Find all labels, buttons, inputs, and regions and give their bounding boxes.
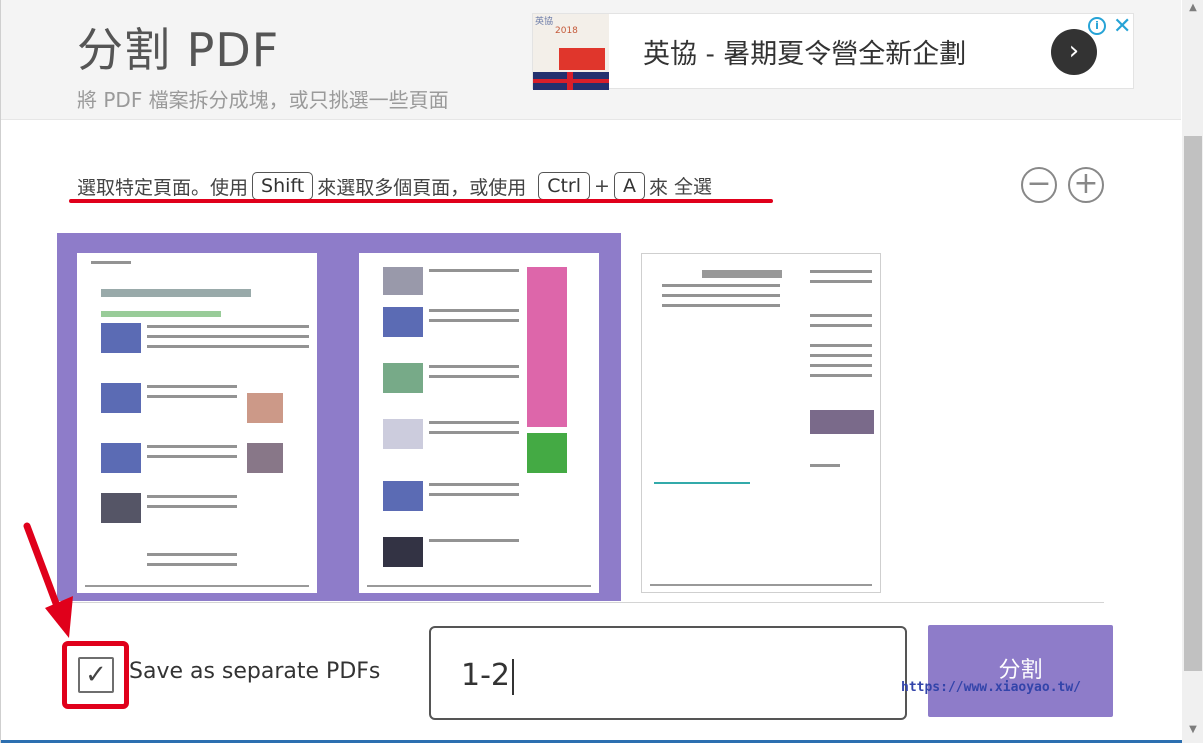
shift-key: Shift <box>252 172 314 200</box>
ad-thumb-brand: 英協 <box>535 17 554 27</box>
save-separate-label[interactable]: Save as separate PDFs <box>129 659 380 684</box>
page-preview <box>77 253 317 593</box>
chevron-right-icon[interactable]: › <box>1051 29 1097 75</box>
ad-thumb-red-block <box>559 48 605 70</box>
ctrl-key: Ctrl <box>538 172 591 200</box>
instruction-text-2: 來選取多個頁面，或使用 <box>317 176 527 199</box>
header-band: 分割 PDF 將 PDF 檔案拆分成塊，或只挑選一些頁面 英協 2018 英協 … <box>1 0 1181 120</box>
ad-thumbnail-image: 英協 2018 <box>533 14 609 90</box>
scroll-thumb[interactable] <box>1184 136 1202 671</box>
page-thumbnail-3[interactable] <box>621 233 903 601</box>
vertical-scrollbar[interactable]: ▲ ▼ <box>1182 0 1203 743</box>
plus-sign: + <box>594 175 610 197</box>
select-all-link[interactable]: 全選 <box>673 172 712 201</box>
instruction-text-3: 來 <box>648 176 668 199</box>
page-subtitle: 將 PDF 檔案拆分成塊，或只挑選一些頁面 <box>77 88 449 112</box>
divider <box>57 602 1104 603</box>
advertisement-banner[interactable]: 英協 2018 英協 - 暑期夏令營全新企劃 › i ✕ <box>532 13 1134 90</box>
text-caret <box>512 658 514 695</box>
page-range-input[interactable]: 1-2 <box>429 626 907 720</box>
checkbox-highlight-annotation: ✓ <box>62 641 129 709</box>
ad-thumb-year: 2018 <box>555 26 578 36</box>
selection-instructions: 選取特定頁面。使用 Shift 來選取多個頁面，或使用 Ctrl + A 來 全… <box>77 170 712 202</box>
page-thumbnails <box>57 233 1107 603</box>
page-preview <box>359 253 599 593</box>
page-thumbnail-1[interactable] <box>57 233 339 601</box>
page-title: 分割 PDF <box>77 23 280 77</box>
close-icon[interactable]: ✕ <box>1113 14 1131 39</box>
page-preview <box>641 253 881 593</box>
save-separate-checkbox[interactable]: ✓ <box>78 657 114 693</box>
page-thumbnail-2[interactable] <box>339 233 621 601</box>
zoom-in-icon[interactable]: + <box>1068 167 1104 203</box>
zoom-out-icon[interactable]: − <box>1021 167 1057 203</box>
split-button[interactable]: 分割 <box>928 625 1113 717</box>
red-arrow-annotation <box>23 522 73 638</box>
uk-flag-image <box>533 72 609 90</box>
watermark-text: https://www.xiaoyao.tw/ <box>901 680 1082 695</box>
red-underline-annotation <box>69 199 773 203</box>
scroll-up-icon[interactable]: ▲ <box>1185 2 1201 16</box>
info-icon[interactable]: i <box>1088 17 1106 35</box>
scroll-down-icon[interactable]: ▼ <box>1185 724 1201 738</box>
ad-headline[interactable]: 英協 - 暑期夏令營全新企劃 <box>643 32 966 71</box>
page-range-value: 1-2 <box>461 658 510 693</box>
instruction-text-1: 選取特定頁面。使用 <box>77 176 249 199</box>
split-pdf-page: 分割 PDF 將 PDF 檔案拆分成塊，或只挑選一些頁面 英協 2018 英協 … <box>0 0 1203 743</box>
a-key: A <box>613 172 645 200</box>
